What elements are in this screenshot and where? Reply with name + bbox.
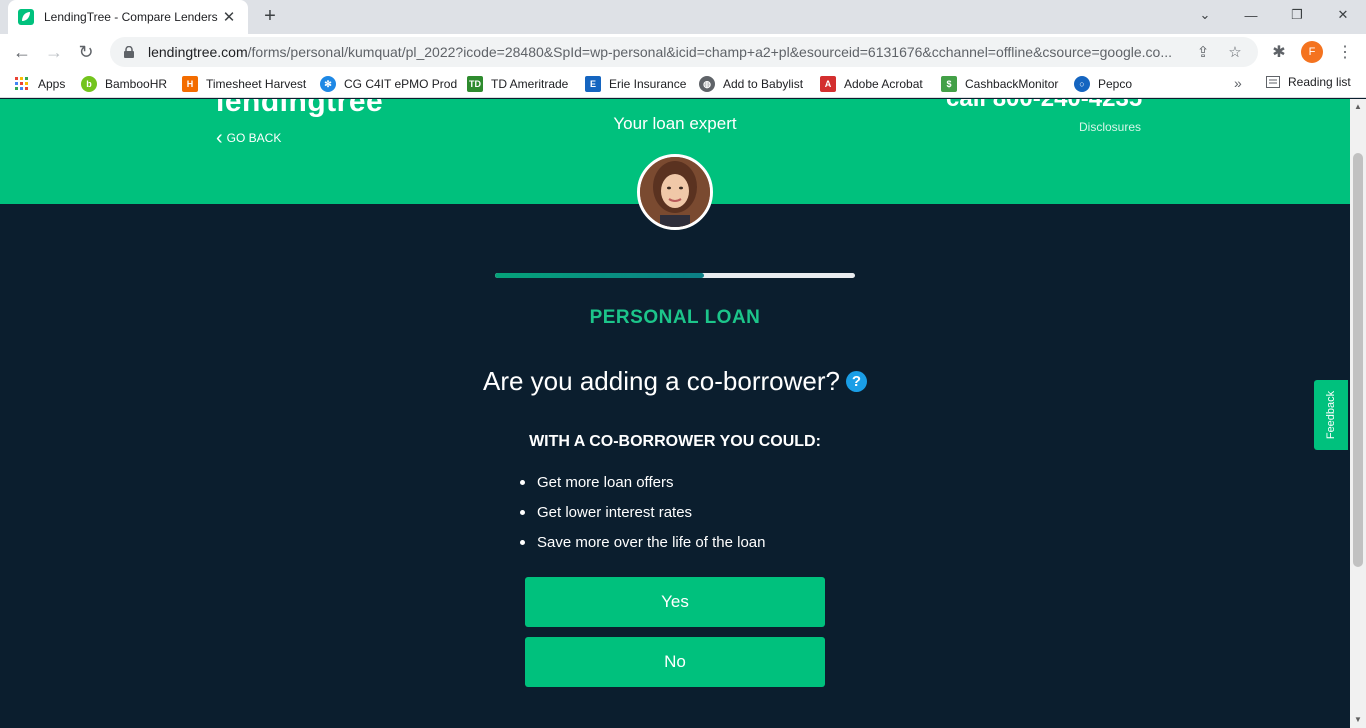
extensions-puzzle-icon[interactable]: ✱: [1268, 41, 1290, 63]
list-item: Get more loan offers: [519, 467, 765, 497]
apps-grid-icon: [14, 76, 30, 92]
minimize-button[interactable]: —: [1228, 0, 1274, 30]
share-icon[interactable]: ⇪: [1192, 41, 1214, 63]
bookmarks-overflow-icon[interactable]: »: [1234, 75, 1242, 91]
lock-icon[interactable]: [122, 45, 136, 59]
disclosures-link[interactable]: Disclosures: [1079, 120, 1141, 134]
lendingtree-leaf-icon: [18, 9, 34, 25]
loan-expert-label: Your loan expert: [613, 114, 737, 133]
url-text[interactable]: lendingtree.com/forms/personal/kumquat/p…: [148, 44, 1182, 60]
bullet-icon: [520, 539, 525, 545]
bamboohr-icon: b: [81, 76, 97, 92]
question-text: Are you adding a co-borrower?: [483, 366, 840, 396]
benefits-title: WITH A CO-BORROWER YOU COULD:: [529, 433, 821, 450]
tab-title: LendingTree - Compare Lenders: [44, 10, 218, 24]
tab-search-chevron-icon[interactable]: ⌄: [1182, 0, 1228, 30]
globe-icon: ◍: [699, 76, 715, 92]
bookmark-star-icon[interactable]: ☆: [1224, 41, 1246, 63]
scroll-up-arrow-icon[interactable]: ▲: [1354, 102, 1362, 111]
reload-icon[interactable]: ↻: [72, 38, 100, 66]
benefits-list: Get more loan offers Get lower interest …: [519, 467, 765, 557]
browser-tab[interactable]: LendingTree - Compare Lenders ✕: [8, 0, 248, 34]
restore-button[interactable]: ❐: [1274, 0, 1320, 30]
bookmark-label: Apps: [38, 77, 66, 91]
bookmark-pepco[interactable]: ○ Pepco: [1074, 75, 1132, 93]
reading-list-label: Reading list: [1288, 75, 1351, 89]
vertical-scrollbar[interactable]: ▲ ▼: [1350, 99, 1366, 728]
bookmark-label: Add to Babylist: [723, 77, 804, 91]
profile-avatar[interactable]: F: [1301, 41, 1323, 63]
c4it-icon: ✻: [320, 76, 336, 92]
no-button[interactable]: No: [525, 637, 825, 687]
bookmark-label: CG C4IT ePMO Prod: [344, 77, 458, 91]
new-tab-button[interactable]: +: [258, 5, 282, 29]
back-arrow-icon[interactable]: ←: [8, 38, 36, 66]
progress-bar-fill: [495, 273, 704, 278]
browser-toolbar: ← → ↻ lendingtree.com/forms/personal/kum…: [0, 34, 1366, 70]
help-question-icon[interactable]: ?: [845, 371, 867, 392]
list-item: Get lower interest rates: [519, 497, 765, 527]
pepco-icon: ○: [1074, 76, 1090, 92]
td-icon: TD: [467, 76, 483, 92]
bookmark-apps[interactable]: Apps: [14, 75, 65, 93]
scroll-down-arrow-icon[interactable]: ▼: [1354, 715, 1362, 724]
address-bar[interactable]: lendingtree.com/forms/personal/kumquat/p…: [110, 37, 1258, 67]
benefit-text: Save more over the life of the loan: [537, 533, 766, 551]
bookmark-cashbackmonitor[interactable]: $ CashbackMonitor: [941, 75, 1058, 93]
list-item: Save more over the life of the loan: [519, 527, 765, 557]
page-content: lendingtree ‹ GO BACK Your loan expert c…: [0, 99, 1350, 728]
yes-button[interactable]: Yes: [525, 577, 825, 627]
reading-list-icon: [1266, 75, 1280, 89]
loan-expert-avatar: [637, 154, 713, 230]
bookmark-label: BambooHR: [105, 77, 168, 91]
harvest-icon: H: [182, 76, 198, 92]
progress-bar: [495, 273, 855, 278]
bookmark-td-ameritrade[interactable]: TD TD Ameritrade: [467, 75, 568, 93]
forward-arrow-icon[interactable]: →: [40, 38, 68, 66]
bookmark-label: Erie Insurance: [609, 77, 687, 91]
bookmarks-bar: Apps b BambooHR H Timesheet Harvest ✻ CG…: [0, 70, 1366, 98]
bookmark-label: Pepco: [1098, 77, 1133, 91]
bookmark-babylist[interactable]: ◍ Add to Babylist: [699, 75, 803, 93]
erie-icon: E: [585, 76, 601, 92]
scrollbar-thumb[interactable]: [1353, 153, 1363, 567]
benefit-text: Get lower interest rates: [537, 503, 693, 521]
close-window-button[interactable]: ✕: [1320, 0, 1366, 30]
benefit-text: Get more loan offers: [537, 473, 674, 491]
bookmark-adobe-acrobat[interactable]: A Adobe Acrobat: [820, 75, 923, 93]
bookmark-timesheet-harvest[interactable]: H Timesheet Harvest: [182, 75, 306, 93]
tab-strip: LendingTree - Compare Lenders ✕ + ⌄ — ❐ …: [0, 0, 1366, 34]
bookmark-c4it[interactable]: ✻ CG C4IT ePMO Prod: [320, 75, 457, 93]
feedback-tab[interactable]: Feedback: [1314, 380, 1348, 450]
acrobat-icon: A: [820, 76, 836, 92]
bullet-icon: [520, 479, 525, 485]
bullet-icon: [520, 509, 525, 515]
question-heading: Are you adding a co-borrower? ?: [0, 366, 1350, 397]
feedback-label: Feedback: [1325, 390, 1337, 440]
cashback-icon: $: [941, 76, 957, 92]
bookmark-label: TD Ameritrade: [491, 77, 569, 91]
bookmark-label: CashbackMonitor: [965, 77, 1059, 91]
bookmark-erie-insurance[interactable]: E Erie Insurance: [585, 75, 686, 93]
section-label: PERSONAL LOAN: [589, 307, 761, 328]
phone-number[interactable]: call 800-240-4235: [946, 99, 1142, 113]
bookmark-label: Timesheet Harvest: [206, 77, 307, 91]
bookmark-label: Adobe Acrobat: [844, 77, 923, 91]
browser-menu-icon[interactable]: ⋮: [1334, 41, 1356, 63]
close-tab-icon[interactable]: ✕: [220, 8, 238, 26]
bookmark-bamboohr[interactable]: b BambooHR: [81, 75, 167, 93]
reading-list-button[interactable]: Reading list: [1266, 75, 1351, 89]
